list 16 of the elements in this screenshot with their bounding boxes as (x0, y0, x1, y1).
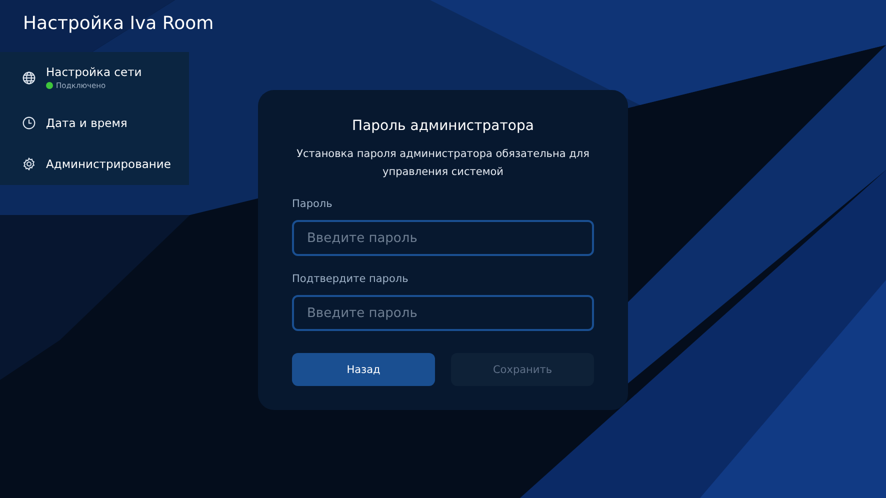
item-label: Дата и время (46, 116, 128, 130)
password-field[interactable]: Введите пароль (292, 220, 594, 256)
dialog-title: Пароль администратора (351, 118, 535, 136)
sidebar-item[interactable]: Дата и время (0, 102, 189, 144)
gear-icon (22, 157, 36, 172)
clock-icon (22, 116, 36, 130)
sidebar-item[interactable]: Администрирование (0, 143, 189, 186)
field-label: Пароль (292, 198, 334, 212)
page-title: Настройка Iva Room (23, 12, 215, 36)
dialog-description: Установка пароля администратора обязательна для управления системой (296, 147, 590, 180)
back-button[interactable]: Назад (292, 353, 435, 386)
field-label: Подтвердите пароль (292, 273, 410, 287)
item-label: Настройка сети (46, 65, 142, 80)
globe-icon (22, 70, 36, 85)
password-field[interactable]: Введите пароль (292, 295, 594, 331)
item-label: Администрирование (46, 157, 171, 172)
